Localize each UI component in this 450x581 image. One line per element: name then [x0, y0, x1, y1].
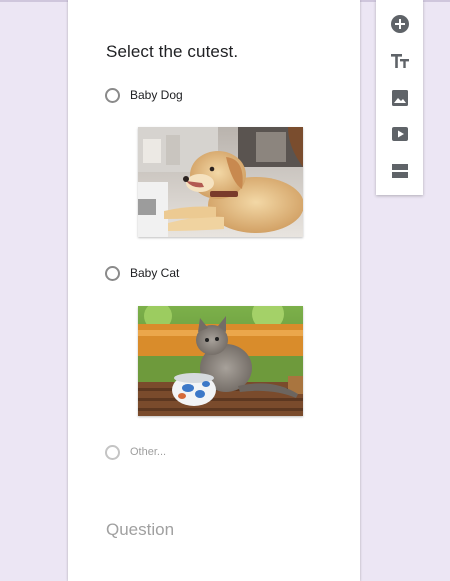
radio-button[interactable] [105, 444, 120, 460]
cat-photo[interactable] [138, 306, 303, 416]
video-icon [390, 124, 410, 144]
option-label[interactable]: Baby Cat [130, 266, 179, 280]
add-video-button[interactable] [389, 123, 411, 145]
option-label[interactable]: Baby Dog [130, 88, 183, 102]
add-question-button[interactable] [389, 13, 411, 35]
image-icon [390, 88, 410, 108]
add-section-button[interactable] [389, 160, 411, 182]
add-image-button[interactable] [389, 87, 411, 109]
dog-photo[interactable] [138, 127, 303, 237]
text-title-icon [390, 51, 410, 71]
option-baby-dog[interactable]: Baby Dog [105, 85, 183, 105]
question-card: Select the cutest. Baby Dog Baby Cat Oth… [68, 0, 360, 581]
side-toolbar [376, 0, 423, 195]
option-other[interactable]: Other... [105, 442, 166, 462]
add-title-button[interactable] [389, 50, 411, 72]
radio-button[interactable] [105, 265, 120, 281]
add-circle-icon [390, 14, 410, 34]
option-baby-cat[interactable]: Baby Cat [105, 263, 179, 283]
other-option-label[interactable]: Other... [130, 446, 166, 458]
question-title-placeholder[interactable]: Question [106, 520, 174, 540]
question-title[interactable]: Select the cutest. [106, 42, 238, 62]
section-icon [390, 161, 410, 181]
radio-button[interactable] [105, 87, 120, 103]
